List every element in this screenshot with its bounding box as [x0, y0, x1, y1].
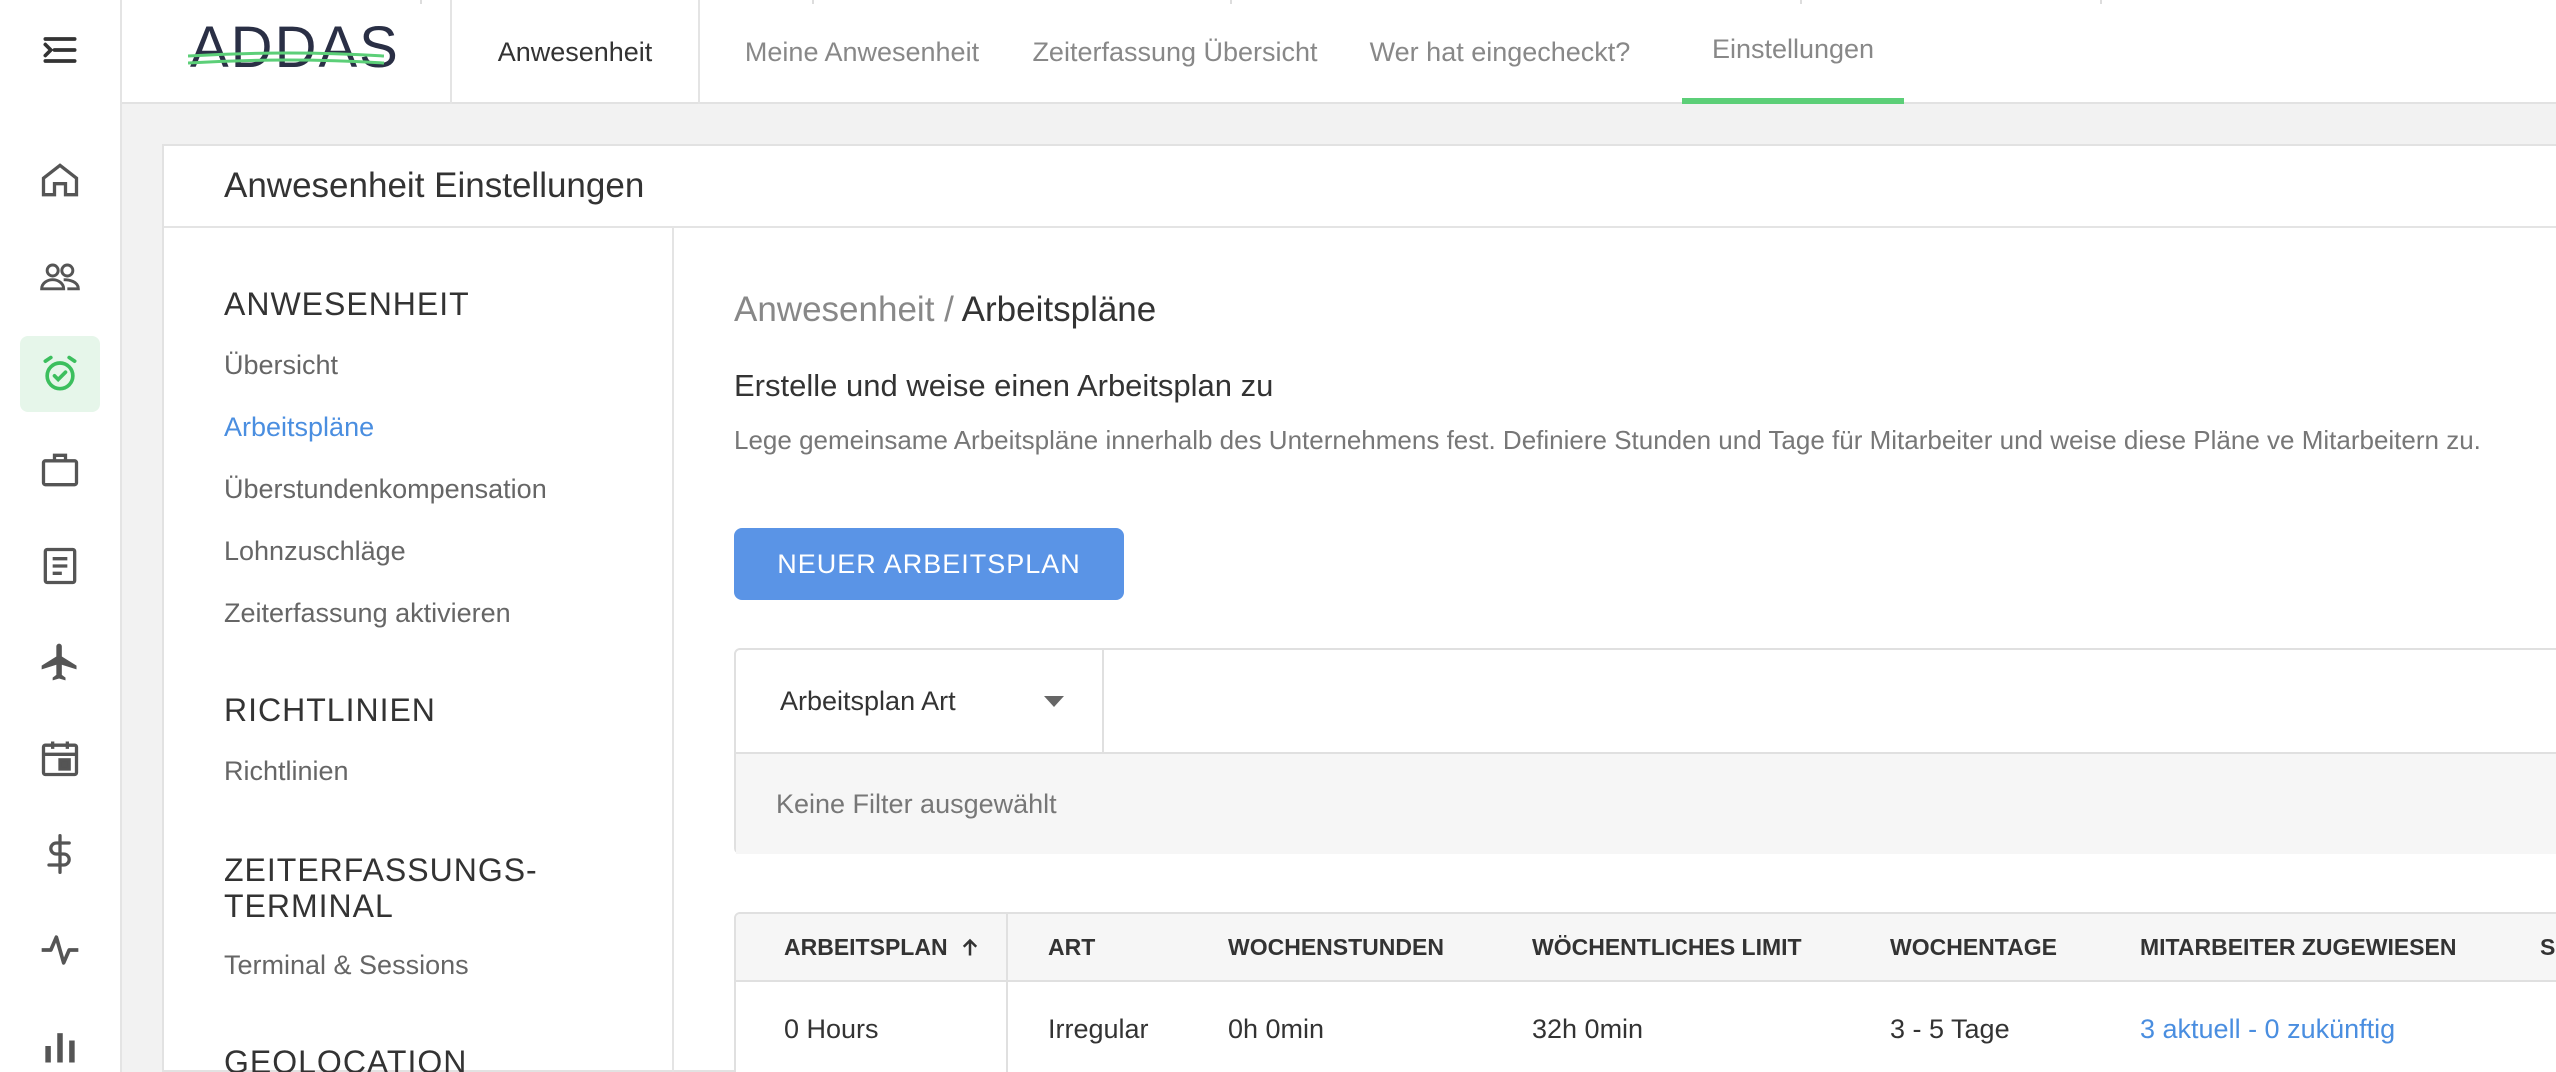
column-header-wochenstunden[interactable]: WOCHENSTUNDEN	[1228, 934, 1444, 961]
alarm-clock-icon[interactable]	[20, 336, 100, 412]
subnav-group-anwesenheit: ANWESENHEIT	[224, 286, 470, 322]
top-bar: ADDAS Anwesenheit Meine Anwesenheit Zeit…	[122, 0, 2556, 104]
filter-panel: Arbeitsplan Art Keine Filter ausgewählt	[734, 648, 2556, 854]
logo[interactable]: ADDAS	[122, 0, 452, 104]
column-header-arbeitsplan-label: ARBEITSPLAN	[784, 934, 948, 960]
cell-wochentage: 3 - 5 Tage	[1890, 1014, 2010, 1044]
table-header: ARBEITSPLAN ART WOCHENSTUNDEN WÖCHENTLIC…	[736, 914, 2556, 982]
new-workplan-button[interactable]: NEUER ARBEITSPLAN	[734, 528, 1124, 600]
menu-collapse-icon[interactable]	[20, 12, 100, 88]
column-header-truncated[interactable]: S	[2540, 934, 2555, 961]
subnav-group-terminal: ZEITERFASSUNGS- TERMINAL	[224, 852, 538, 924]
divider	[2100, 0, 2102, 4]
tab-meine-anwesenheit[interactable]: Meine Anwesenheit	[722, 0, 1002, 104]
subnav-item-lohnzuschlaege[interactable]: Lohnzuschläge	[224, 536, 406, 567]
logo-lines-graphic	[188, 51, 384, 65]
subnav-item-richtlinien[interactable]: Richtlinien	[224, 756, 349, 787]
subnav-item-arbeitsplaene[interactable]: Arbeitspläne	[224, 412, 374, 443]
settings-subnav: ANWESENHEIT Übersicht Arbeitspläne Übers…	[164, 228, 674, 1072]
column-header-woechentliches-limit[interactable]: WÖCHENTLICHES LIMIT	[1532, 934, 1802, 961]
subnav-group-geolocation: GEOLOCATION	[224, 1044, 468, 1072]
subnav-group-terminal-line2: TERMINAL	[224, 888, 394, 924]
workplan-type-filter[interactable]: Arbeitsplan Art	[736, 650, 1104, 752]
subnav-item-terminal-sessions[interactable]: Terminal & Sessions	[224, 950, 469, 981]
tab-einstellungen[interactable]: Einstellungen	[1682, 0, 1904, 104]
subnav-group-richtlinien: RICHTLINIEN	[224, 692, 436, 728]
section-description: Lege gemeinsame Arbeitspläne innerhalb d…	[734, 425, 2481, 455]
column-header-art[interactable]: ART	[1048, 934, 1095, 961]
bar-chart-icon[interactable]	[20, 1008, 100, 1072]
calendar-icon[interactable]	[20, 720, 100, 796]
subnav-item-uebersicht[interactable]: Übersicht	[224, 350, 338, 381]
cell-wochenstunden: 0h 0min	[1228, 1014, 1325, 1044]
content-area: Anwesenheit / Arbeitspläne Erstelle und …	[674, 228, 2556, 1072]
cell-woechentliches-limit: 32h 0min	[1532, 1014, 1644, 1044]
subnav-item-zeiterfassung-aktivieren[interactable]: Zeiterfassung aktivieren	[224, 598, 511, 629]
no-filter-text: Keine Filter ausgewählt	[736, 752, 2556, 854]
document-icon[interactable]	[20, 528, 100, 604]
column-header-arbeitsplan[interactable]: ARBEITSPLAN	[784, 934, 980, 961]
cell-art: Irregular	[1048, 1014, 1149, 1044]
card-header: Anwesenheit Einstellungen	[164, 146, 2556, 228]
breadcrumb-current: Arbeitspläne	[961, 290, 1157, 329]
page-title: Anwesenheit Einstellungen	[224, 166, 645, 205]
airplane-icon[interactable]	[20, 624, 100, 700]
chevron-down-icon	[1044, 696, 1064, 707]
home-icon[interactable]	[20, 142, 100, 218]
settings-card: Anwesenheit Einstellungen ANWESENHEIT Üb…	[162, 144, 2556, 1072]
column-header-wochentage[interactable]: WOCHENTAGE	[1890, 934, 2057, 961]
briefcase-icon[interactable]	[20, 432, 100, 508]
cell-arbeitsplan: 0 Hours	[784, 1014, 879, 1044]
cell-mitarbeiter-zugewiesen-link[interactable]: 3 aktuell - 0 zukünftig	[2140, 1014, 2395, 1045]
breadcrumb: Anwesenheit / Arbeitspläne	[734, 290, 1156, 330]
subnav-group-terminal-line1: ZEITERFASSUNGS-	[224, 852, 538, 888]
divider	[812, 0, 814, 4]
section-title[interactable]: Anwesenheit	[452, 0, 700, 104]
tab-wer-hat-eingecheckt[interactable]: Wer hat eingecheckt?	[1354, 0, 1646, 104]
left-nav-rail	[0, 0, 122, 1072]
divider	[1800, 0, 1802, 4]
workplan-table: ARBEITSPLAN ART WOCHENSTUNDEN WÖCHENTLIC…	[734, 912, 2556, 1072]
divider	[420, 0, 422, 4]
column-header-mitarbeiter-zugewiesen[interactable]: MITARBEITER ZUGEWIESEN	[2140, 934, 2456, 961]
dollar-icon[interactable]	[20, 816, 100, 892]
tab-zeiterfassung-uebersicht[interactable]: Zeiterfassung Übersicht	[1014, 0, 1336, 104]
section-heading: Erstelle und weise einen Arbeitsplan zu	[734, 368, 1274, 403]
divider	[1230, 0, 1232, 4]
subnav-item-ueberstundenkompensation[interactable]: Überstundenkompensation	[224, 474, 547, 505]
people-icon[interactable]	[20, 238, 100, 314]
breadcrumb-parent[interactable]: Anwesenheit /	[734, 290, 954, 329]
pulse-icon[interactable]	[20, 912, 100, 988]
sort-ascending-icon	[962, 938, 978, 956]
workplan-type-filter-label: Arbeitsplan Art	[780, 685, 956, 716]
column-divider	[1006, 914, 1008, 1072]
